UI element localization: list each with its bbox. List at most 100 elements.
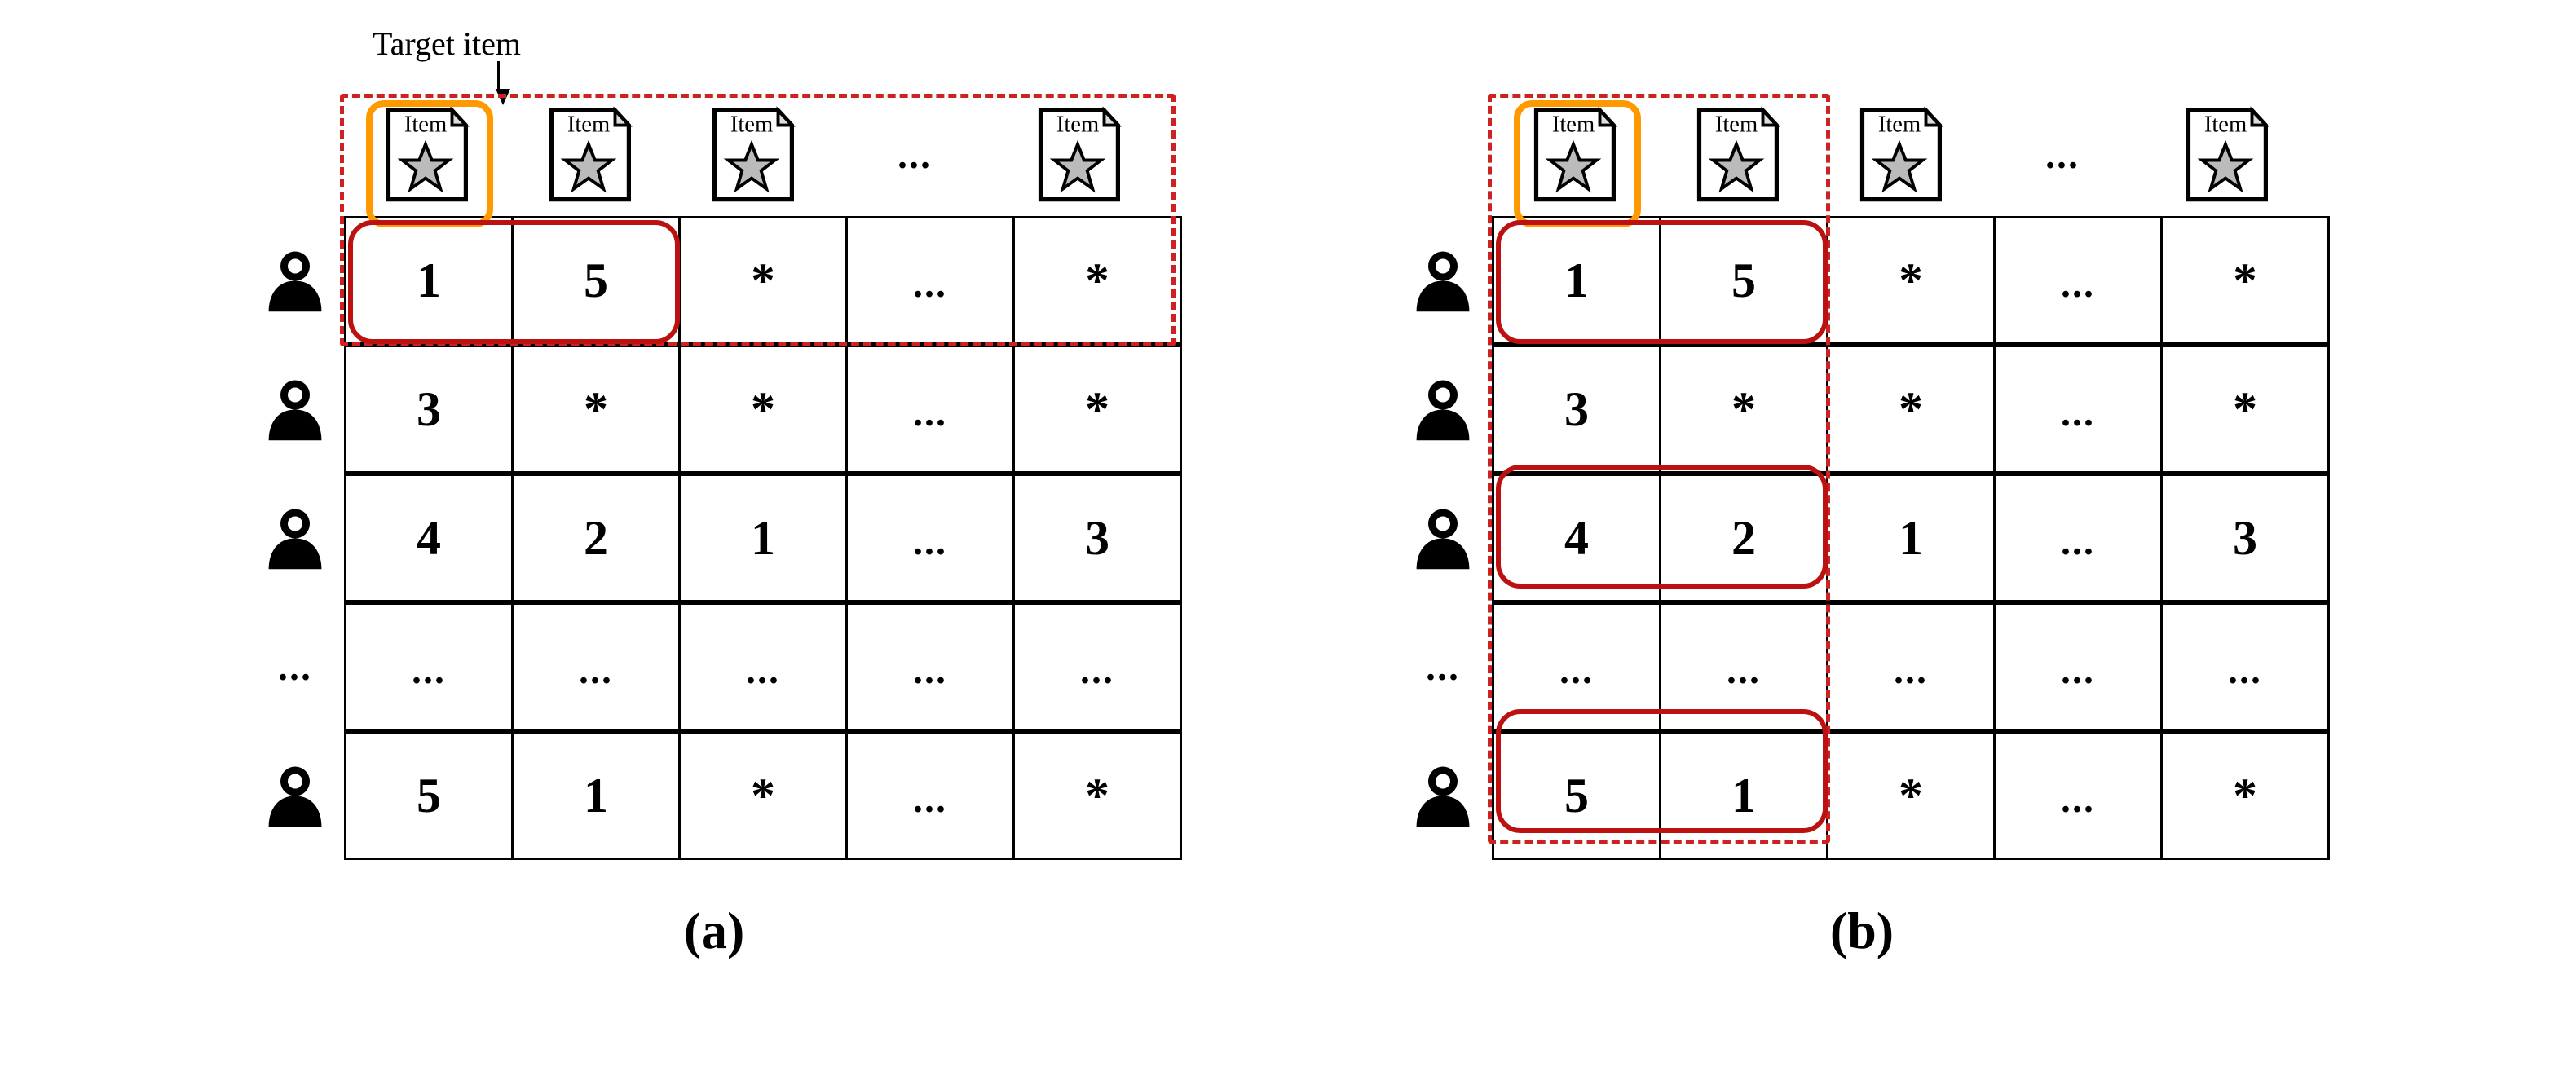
rating-cell: 1 [513, 733, 680, 859]
rating-cell: ... [513, 604, 680, 730]
rating-cell: 5 [1661, 218, 1828, 344]
item-icon [2172, 102, 2278, 208]
rating-value: ... [913, 262, 947, 306]
item-header-b-n [2144, 94, 2307, 216]
item-icon [1520, 102, 1626, 208]
target-item-text: Target item [373, 24, 521, 63]
rating-value: * [2233, 382, 2257, 436]
item-header-b-2 [1818, 94, 1981, 216]
rating-value: 2 [1731, 511, 1756, 565]
rating-cell: 1 [1828, 475, 1995, 602]
rating-value: * [751, 769, 775, 822]
user-icon [1406, 500, 1480, 577]
panel-b: ... 15*...*3**...*421...3...............… [1394, 33, 2330, 961]
rating-cell: 3 [1493, 346, 1661, 473]
item-header-b-ellipsis: ... [1981, 94, 2144, 216]
item-icon [1846, 102, 1952, 208]
panel-a: Target item ... [246, 33, 1182, 961]
rating-cell: 4 [1493, 475, 1661, 602]
rating-value: 1 [1731, 769, 1756, 822]
item-header-b-0 [1492, 94, 1655, 216]
user-icon [258, 500, 332, 577]
rating-value: ... [913, 391, 947, 434]
header-row-b: ... [1394, 94, 2330, 216]
rating-cell: ... [1661, 604, 1828, 730]
rating-value: * [1085, 382, 1109, 436]
rating-value: * [751, 382, 775, 436]
rating-value: 2 [584, 511, 608, 565]
rating-value: 3 [1564, 382, 1589, 436]
table-row: 4 2 1... 3 [1394, 474, 2330, 602]
user-cell [1394, 734, 1492, 857]
rating-value: ... [2061, 649, 2095, 692]
rating-cell: * [2162, 733, 2329, 859]
user-cell [1394, 348, 1492, 470]
table-zone-b: ... 15*...*3**...*421...3...............… [1394, 94, 2330, 860]
rating-value: ... [2061, 262, 2095, 306]
rating-value: ... [2061, 520, 2095, 563]
table-row: .................. [1394, 602, 2330, 731]
rating-cell: ... [680, 604, 847, 730]
rating-value: 4 [1564, 511, 1589, 565]
rating-value: 5 [417, 769, 441, 822]
rating-cell: * [1828, 218, 1995, 344]
rating-cell: 1 [680, 475, 847, 602]
user-cell [246, 219, 344, 342]
rating-value: 1 [751, 511, 775, 565]
rating-value: 5 [1564, 769, 1589, 822]
rating-cell: * [1014, 346, 1181, 473]
rating-value: 1 [1564, 254, 1589, 307]
rating-cell: * [2162, 218, 2329, 344]
ellipsis-text: ... [1426, 645, 1460, 690]
ellipsis-text: ... [898, 133, 932, 178]
item-icon [373, 102, 479, 208]
rating-cell: * [680, 218, 847, 344]
user-cell [246, 477, 344, 599]
table-row: 5 1 *... * [246, 731, 1182, 860]
item-icon [536, 102, 642, 208]
target-arrow-stem [497, 61, 500, 90]
rating-value: 4 [417, 511, 441, 565]
user-cell: ... [1394, 606, 1492, 728]
user-icon [1406, 757, 1480, 835]
rating-cell: ... [847, 604, 1014, 730]
rating-value: ... [1727, 649, 1761, 692]
rating-value: 5 [1731, 254, 1756, 307]
item-icon [1025, 102, 1131, 208]
rating-cell: ... [1828, 604, 1995, 730]
rating-cell: 2 [1661, 475, 1828, 602]
user-cell [246, 734, 344, 857]
rating-cell: * [1014, 733, 1181, 859]
ellipsis-text: ... [2045, 133, 2080, 178]
rating-value: ... [913, 520, 947, 563]
item-header-a-n [996, 94, 1159, 216]
rating-cell: * [1828, 346, 1995, 473]
table-row: 3**...* [1394, 345, 2330, 474]
diagram-wrap: Target item ... [33, 33, 2543, 961]
rating-cell: * [1014, 218, 1181, 344]
rating-value: ... [913, 778, 947, 821]
rating-cell: ... [1995, 475, 2162, 602]
user-icon [258, 242, 332, 320]
rating-cell: 3 [1014, 475, 1181, 602]
rating-value: 3 [1085, 511, 1109, 565]
user-icon [1406, 242, 1480, 320]
rating-cell: 4 [346, 475, 513, 602]
item-header-b-1 [1655, 94, 1818, 216]
rating-value: ... [1080, 649, 1114, 692]
table-row: 51*...* [1394, 731, 2330, 860]
user-cell [1394, 219, 1492, 342]
rating-cell: ... [1995, 218, 2162, 344]
rating-value: 3 [417, 382, 441, 436]
user-icon [258, 757, 332, 835]
rating-value: ... [1559, 649, 1594, 692]
rating-cell: ... [847, 218, 1014, 344]
rating-cell: 1 [346, 218, 513, 344]
rating-cell: * [2162, 346, 2329, 473]
rating-value: 1 [584, 769, 608, 822]
rating-cell: ... [2162, 604, 2329, 730]
rating-cell: ... [847, 475, 1014, 602]
rating-value: ... [2228, 649, 2262, 692]
rating-cell: ... [1014, 604, 1181, 730]
rating-value: 3 [2233, 511, 2257, 565]
